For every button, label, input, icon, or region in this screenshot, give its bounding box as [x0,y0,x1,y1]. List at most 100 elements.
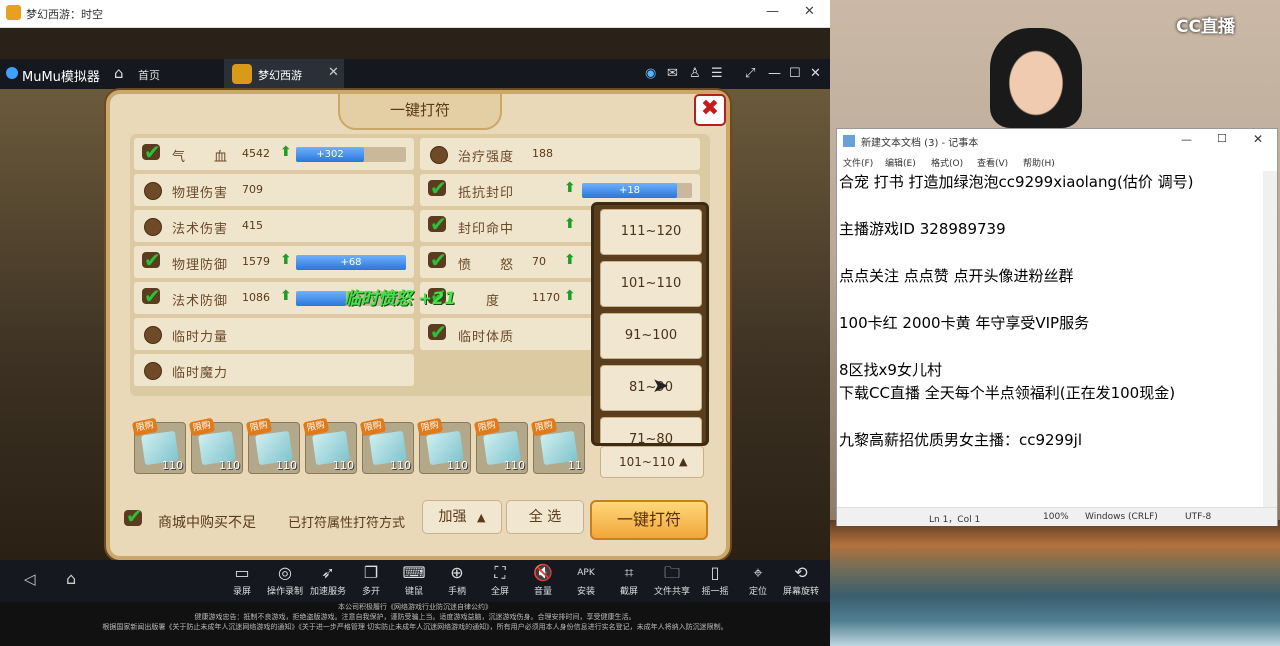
attr-row-linshimoli[interactable]: 临时魔力 [134,354,414,386]
radio-dot[interactable] [430,146,448,164]
toolbar-label: 音量 [533,587,552,597]
menu-icon[interactable]: ☰ [711,66,723,81]
select-all-button[interactable]: 全 选 [506,500,584,534]
attr-method-label: 已打符属性打符方式 [288,516,406,531]
attr-name: 临时力量 [172,330,229,345]
dialog-close-button[interactable]: ✖ [694,94,726,126]
close-icon[interactable]: ✕ [1253,132,1263,146]
radio-dot[interactable] [144,362,162,380]
notification-icon[interactable]: ◉ [645,66,656,81]
checkbox[interactable]: ✔ [428,320,450,344]
attr-name: 愤 怒 [458,258,515,273]
fu-item[interactable]: 限购 110 [416,417,471,474]
radio-dot[interactable] [144,326,162,344]
attr-row-zhiliaoqiangdu[interactable]: 治疗强度 188 [420,138,700,170]
checkbox[interactable]: ✔ [142,248,164,272]
level-option[interactable]: 81~90 [600,365,702,411]
level-select[interactable]: 101~110 ▲ [600,446,704,478]
menu-view[interactable]: 查看(V) [977,156,1008,169]
emu-minimize-icon[interactable]: — [768,66,781,81]
toolbar-button[interactable]: 🗀 文件共享 [650,562,694,597]
android-home-icon[interactable]: ⌂ [66,569,76,588]
level-option[interactable]: 71~80 [600,417,702,443]
toolbar-label: 屏幕旋转 [782,587,819,597]
attr-name: 法术防御 [172,294,229,309]
emu-maximize-icon[interactable]: ☐ [789,66,801,81]
level-dropdown-list[interactable]: 111~120 101~110 91~100 81~90 71~80 ➤ [591,202,709,446]
method-value: 加强 [438,509,467,525]
emu-close-icon[interactable]: ✕ [810,66,821,81]
toolbar-button[interactable]: ▭ 录屏 [220,562,264,597]
up-arrow-icon: ⬆ [564,252,576,268]
back-icon[interactable]: ◁ [24,570,36,588]
fullscreen-icon: ⛶ [494,563,506,582]
checkbox[interactable]: ✔ [142,284,164,308]
close-icon[interactable]: ✕ [804,4,815,19]
crop-icon: ⌗ [624,563,634,582]
vertical-scrollbar[interactable] [1263,171,1277,507]
fu-item[interactable]: 限购 110 [359,417,414,474]
radio-dot[interactable] [144,182,162,200]
menu-edit[interactable]: 编辑(E) [885,156,916,169]
fu-item[interactable]: 限购 110 [188,417,243,474]
attr-value: 188 [532,147,553,160]
toolbar-button[interactable]: ◎ 操作录制 [263,562,307,597]
home-icon[interactable]: ⌂ [114,64,124,82]
toolbar-button[interactable]: APK 安装 [564,562,608,597]
checkbox[interactable]: ✔ [428,212,450,236]
attr-row-wulishanghai[interactable]: 物理伤害 709 [134,174,414,206]
text-line: 8区找x9女儿村 [839,361,942,379]
pin-icon[interactable]: ⤢ [745,66,755,81]
toolbar-label: 手柄 [447,587,466,597]
attr-row-linshililiang[interactable]: 临时力量 [134,318,414,350]
fu-item[interactable]: 限购 110 [473,417,528,474]
toolbar-button[interactable]: ▯ 摇一摇 [693,562,737,597]
radio-dot[interactable] [144,218,162,236]
method-select[interactable]: 加强 ▲ [422,500,502,534]
fu-item[interactable]: 限购 110 [245,417,300,474]
toolbar-button[interactable]: 🔇 音量 [521,562,565,597]
tab-close-icon[interactable]: ✕ [328,65,339,80]
fu-item[interactable]: 限购 110 [131,417,186,474]
toolbar-button[interactable]: ⌨ 键鼠 [392,562,436,597]
toolbar-button[interactable]: ⛶ 全屏 [478,562,522,597]
toolbar-label: 多开 [361,587,380,597]
menu-file[interactable]: 文件(F) [843,156,873,169]
level-option[interactable]: 111~120 [600,209,702,255]
checkbox[interactable]: ✔ [428,248,450,272]
attr-row-qixue[interactable]: ✔ 气 血 4542 ⬆ +302 [134,138,414,170]
mail-icon[interactable]: ✉ [667,66,678,81]
attr-row-wulifangyu[interactable]: ✔ 物理防御 1579 ⬆ +68 [134,246,414,278]
encoding: UTF-8 [1185,512,1212,522]
attr-value: 1086 [242,291,270,304]
level-option[interactable]: 91~100 [600,313,702,359]
minimize-icon[interactable]: — [766,4,779,19]
toolbar-button[interactable]: ⊕ 手柄 [435,562,479,597]
checkbox[interactable]: ✔ [142,140,164,164]
minimize-icon[interactable]: — [1181,133,1192,146]
menu-help[interactable]: 帮助(H) [1023,156,1055,169]
toolbar-button[interactable]: ❐ 多开 [349,562,393,597]
maximize-icon[interactable]: ☐ [1217,132,1227,145]
notepad-text-area[interactable]: 合宠 打书 打造加绿泡泡cc9299xiaolang(估价 调号) 主播游戏ID… [839,171,1263,507]
up-arrow-icon: ⬆ [564,216,576,232]
attr-row-fashushanghai[interactable]: 法术伤害 415 [134,210,414,242]
fu-item[interactable]: 限购 11 [530,417,585,474]
toolbar-button[interactable]: ⟲ 屏幕旋转 [779,562,823,597]
tab-home[interactable]: 首页 [138,67,160,83]
tab-game[interactable]: 梦幻西游 ✕ [224,59,344,89]
shake-icon: ▯ [710,563,720,582]
checkbox[interactable]: ✔ [428,176,450,200]
emulator-window: 梦幻西游：时空 — ✕ MuMu模拟器 ⌂ 首页 梦幻西游 ✕ ◉ ✉ ♙ ☰ … [0,0,830,646]
toolbar-button[interactable]: ➶ 加速服务 [306,562,350,597]
attr-name: 临时魔力 [172,366,229,381]
apk-icon: APK [577,568,595,578]
toolbar-label: 定位 [748,587,767,597]
one-key-fu-button[interactable]: 一键打符 [590,500,708,540]
toolbar-button[interactable]: ⌖ 定位 [736,562,780,597]
fu-item[interactable]: 限购 110 [302,417,357,474]
menu-format[interactable]: 格式(O) [931,156,963,169]
toolbar-button[interactable]: ⌗ 截屏 [607,562,651,597]
level-option[interactable]: 101~110 [600,261,702,307]
user-icon[interactable]: ♙ [689,66,701,81]
